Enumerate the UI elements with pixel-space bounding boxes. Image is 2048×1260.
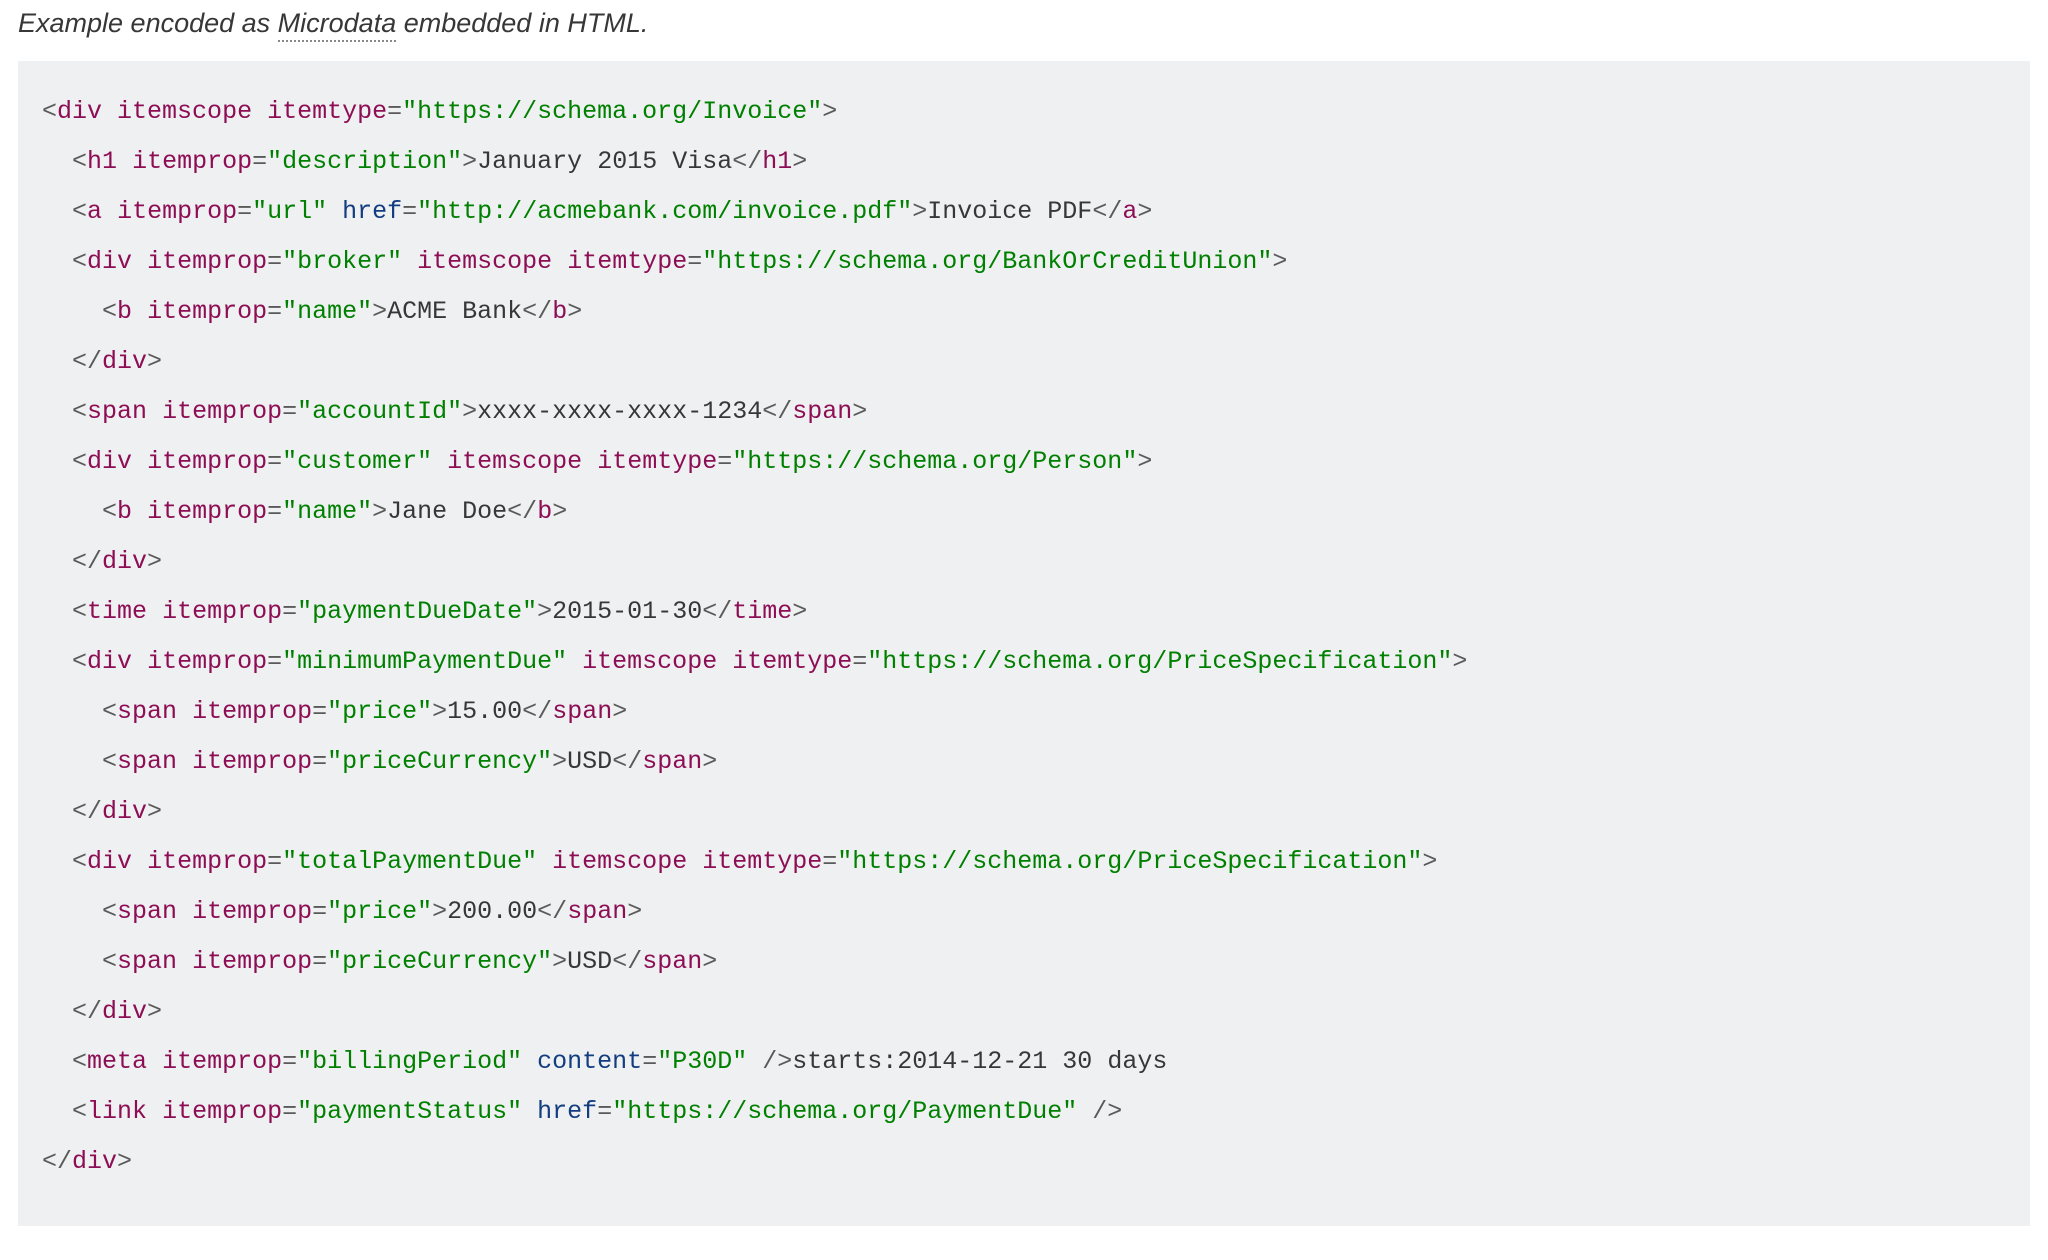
example-caption: Example encoded as Microdata embedded in… [18, 8, 2030, 39]
microdata-link[interactable]: Microdata [278, 8, 397, 42]
code-example: <div itemscope itemtype="https://schema.… [18, 61, 2030, 1226]
caption-prefix: Example encoded as [18, 8, 278, 38]
caption-suffix: embedded in HTML. [396, 8, 648, 38]
